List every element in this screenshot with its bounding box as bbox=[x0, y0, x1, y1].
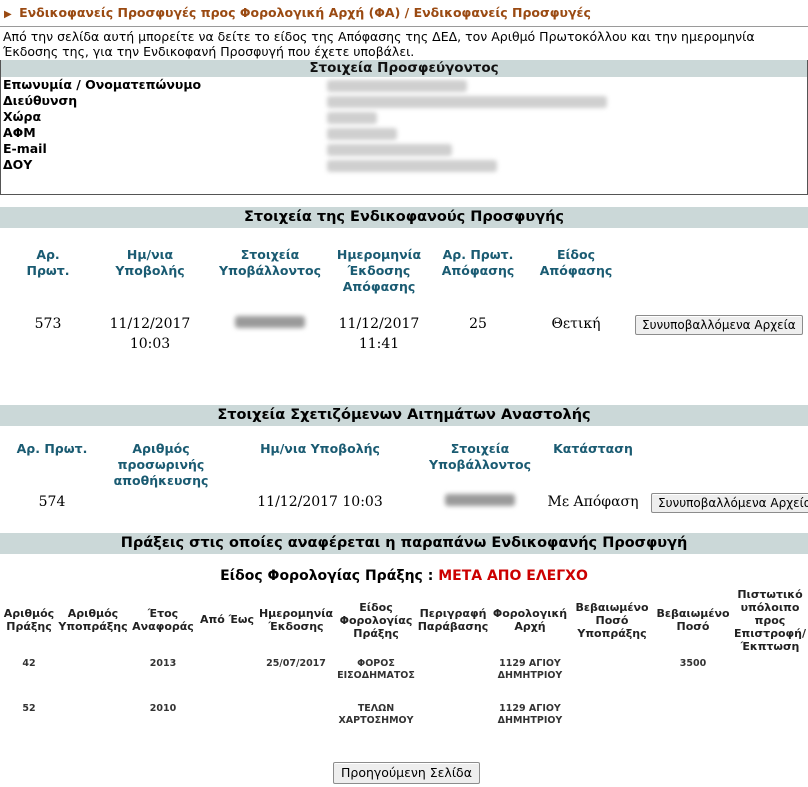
tax-type-line: Είδος Φορολογίας Πράξης : ΜΕΤΑ ΑΠΟ ΕΛΕΓΧ… bbox=[0, 568, 808, 584]
label-afm: ΑΦΜ bbox=[3, 125, 36, 140]
redacted-afm bbox=[327, 128, 397, 140]
col-susp-protocol: Αρ. Πρωτ. bbox=[16, 441, 88, 456]
appeal-issue-time: 11:41 bbox=[358, 336, 400, 352]
col-temp-save: Αριθμός προσωρινής αποθήκευσης bbox=[113, 441, 209, 488]
act-year: 2010 bbox=[149, 703, 177, 714]
col-ref-year: Έτος Αναφοράς bbox=[132, 607, 194, 633]
col-act-number: Αριθμός Πράξης bbox=[3, 607, 55, 633]
col-tax-kind: Είδος Φορολογίας Πράξης bbox=[339, 601, 413, 640]
breadcrumb: ▶ Ενδικοφανείς Προσφυγές προς Φορολογική… bbox=[0, 0, 808, 27]
appellant-box: Στοιχεία Προσφεύγοντος Επωνυμία / Ονοματ… bbox=[0, 60, 808, 195]
appeal-decision-type: Θετική bbox=[551, 316, 601, 332]
act-authority: 1129 ΑΓΙΟΥ ΔΗΜΗΤΡΙΟΥ bbox=[497, 658, 563, 681]
act-tax-kind: ΤΕΛΩΝ ΧΑΡΤΟΣΗΜΟΥ bbox=[338, 703, 414, 726]
label-email: E-mail bbox=[3, 141, 47, 156]
col-susp-date: Ημ/νια Υποβολής bbox=[260, 441, 380, 456]
redacted-susp-submitter bbox=[440, 492, 520, 512]
redacted-country bbox=[327, 112, 377, 124]
act-issue-date: 25/07/2017 bbox=[266, 658, 326, 669]
redacted-name bbox=[327, 80, 467, 92]
suspension-title: Στοιχεία Σχετιζόμενων Αιτημάτων Αναστολή… bbox=[0, 405, 808, 426]
appeal-title: Στοιχεία της Ενδικοφανούς Προσφυγής bbox=[0, 207, 808, 228]
col-submitter: Στοιχεία Υποβάλλοντος bbox=[219, 247, 321, 278]
col-decision-type: Είδος Απόφασης bbox=[539, 247, 613, 278]
col-credit-balance: Πιστωτικό υπόλοιπο προς Επιστροφή/ Έκπτω… bbox=[734, 588, 806, 653]
appellant-details: Επωνυμία / Ονοματεπώνυμο Διεύθυνση Χώρα … bbox=[1, 77, 807, 187]
acts-title: Πράξεις στις οποίες αναφέρεται η παραπάν… bbox=[0, 533, 808, 554]
susp-protocol: 574 bbox=[38, 494, 66, 510]
col-susp-submitter: Στοιχεία Υποβάλλοντος bbox=[429, 441, 531, 472]
col-from-to: Από Έως bbox=[200, 613, 254, 626]
col-violation: Περιγραφή Παράβασης bbox=[417, 607, 489, 633]
tax-type-value: ΜΕΤΑ ΑΠΟ ΕΛΕΓΧΟ bbox=[438, 568, 588, 584]
col-submit-date: Ημ/νια Υποβολής bbox=[115, 247, 185, 278]
act-year: 2013 bbox=[149, 658, 177, 669]
col-amount: Βεβαιωμένο Ποσό bbox=[656, 607, 730, 633]
col-subact-amount: Βεβαιωμένο Ποσό Υποπράξης bbox=[575, 601, 649, 640]
appellant-title: Στοιχεία Προσφεύγοντος bbox=[1, 60, 807, 77]
act-tax-kind: ΦΟΡΟΣ ΕΙΣΟΔΗΜΑΤΟΣ bbox=[337, 658, 415, 681]
label-address: Διεύθυνση bbox=[3, 93, 78, 108]
suspension-section: Στοιχεία Σχετιζόμενων Αιτημάτων Αναστολή… bbox=[0, 405, 808, 525]
appeal-issue-date: 11/12/2017 bbox=[338, 316, 420, 332]
breadcrumb-text: Ενδικοφανείς Προσφυγές προς Φορολογική Α… bbox=[19, 5, 591, 20]
act-amount: 3500 bbox=[679, 658, 707, 669]
label-country: Χώρα bbox=[3, 109, 42, 124]
tax-type-label: Είδος Φορολογίας Πράξης : bbox=[220, 568, 434, 584]
appeal-submit-date: 11/12/2017 bbox=[109, 316, 191, 332]
redacted-address bbox=[327, 96, 607, 108]
label-name: Επωνυμία / Ονοματεπώνυμο bbox=[3, 77, 202, 92]
col-authority: Φορολογική Αρχή bbox=[492, 607, 568, 633]
col-decision-protocol: Αρ. Πρωτ. Απόφασης bbox=[441, 247, 515, 278]
susp-files-button[interactable]: Συνυποβαλλόμενα Αρχεία bbox=[651, 493, 808, 513]
redacted-doy bbox=[327, 160, 497, 172]
susp-status: Με Απόφαση bbox=[547, 494, 639, 510]
appeal-decision-protocol: 25 bbox=[469, 316, 487, 332]
redacted-submitter bbox=[232, 314, 308, 334]
appeal-section: Στοιχεία της Ενδικοφανούς Προσφυγής Αρ. … bbox=[0, 207, 808, 397]
act-number: 42 bbox=[22, 658, 36, 669]
triangle-right-icon: ▶ bbox=[4, 9, 12, 20]
act-authority: 1129 ΑΓΙΟΥ ΔΗΜΗΤΡΙΟΥ bbox=[497, 703, 563, 726]
appeal-files-button[interactable]: Συνυποβαλλόμενα Αρχεία bbox=[635, 315, 803, 335]
label-doy: ΔΟΥ bbox=[3, 157, 33, 172]
col-issue-date: Ημερομηνία Έκδοσης Απόφασης bbox=[336, 247, 422, 294]
appeal-submit-time: 10:03 bbox=[129, 336, 171, 352]
col-issue-date: Ημερομηνία Έκδοσης bbox=[258, 607, 334, 633]
previous-page-button[interactable]: Προηγούμενη Σελίδα bbox=[333, 762, 480, 784]
col-status: Κατάσταση bbox=[553, 441, 633, 456]
act-number: 52 bbox=[22, 703, 36, 714]
susp-submit-datetime: 11/12/2017 10:03 bbox=[257, 494, 383, 510]
acts-section: Πράξεις στις οποίες αναφέρεται η παραπάν… bbox=[0, 533, 808, 554]
appeal-protocol: 573 bbox=[34, 316, 62, 332]
col-subact-number: Αριθμός Υποπράξης bbox=[58, 607, 128, 633]
intro-text: Από την σελίδα αυτή μπορείτε να δείτε το… bbox=[3, 29, 755, 59]
col-protocol: Αρ. Πρωτ. bbox=[26, 247, 70, 278]
redacted-email bbox=[327, 144, 452, 156]
